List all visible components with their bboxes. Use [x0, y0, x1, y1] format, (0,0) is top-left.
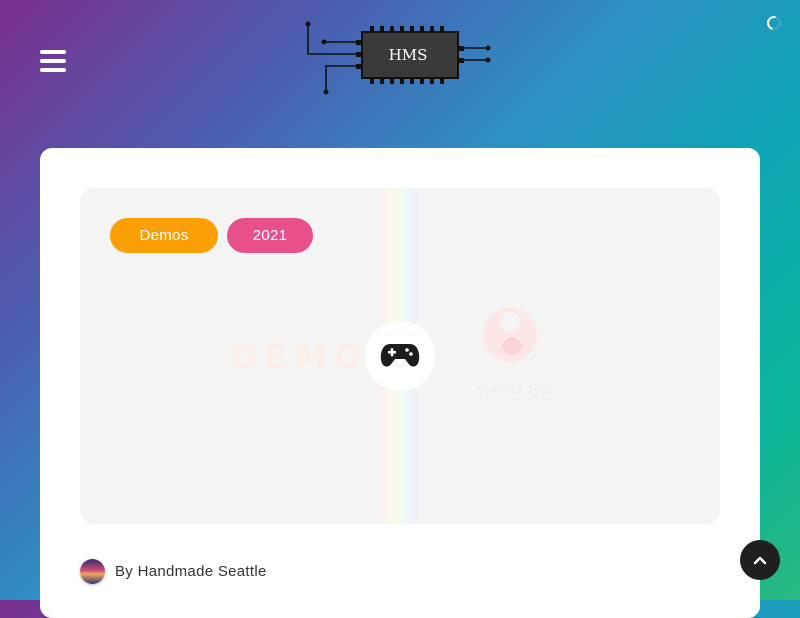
author-name[interactable]: By Handmade Seattle [115, 563, 267, 580]
hamburger-menu-icon [40, 50, 66, 54]
chevron-up-icon [753, 556, 767, 565]
post-card: DEMO SEATTLE 2021 Demos 2021 By Handmade… [40, 148, 760, 618]
scroll-to-top-button[interactable] [740, 540, 780, 580]
gamepad-icon [380, 344, 420, 367]
tag-demos[interactable]: Demos [110, 218, 218, 253]
logo-text: HMS [389, 46, 428, 64]
hms-chip-logo[interactable]: HMS [300, 18, 500, 100]
seattle-logo-caption: SEATTLE 2021 [478, 386, 555, 396]
hamburger-line [40, 68, 66, 72]
gamepad-badge [365, 321, 435, 391]
seattle-logo [483, 308, 537, 362]
spinner-icon [764, 13, 784, 33]
post-featured-image[interactable]: DEMO SEATTLE 2021 Demos 2021 [80, 188, 720, 524]
author-avatar[interactable] [80, 558, 105, 584]
tag-2021[interactable]: 2021 [227, 218, 313, 253]
menu-button[interactable] [40, 50, 66, 72]
demo-wordmark: DEMO [230, 338, 370, 376]
hamburger-line [40, 59, 66, 63]
post-byline: By Handmade Seattle [80, 558, 267, 584]
top-bar: HMS [0, 0, 800, 120]
